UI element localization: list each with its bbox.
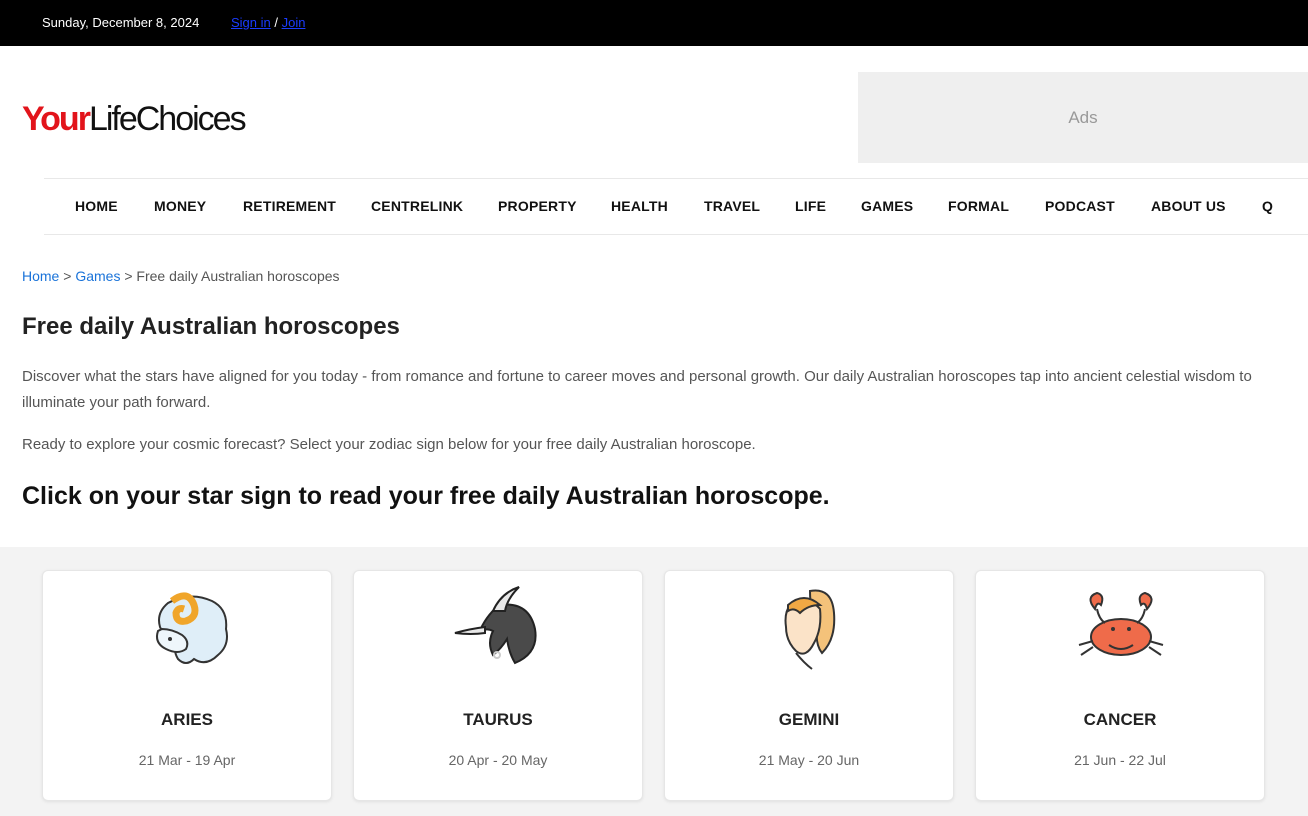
sign-name: CANCER <box>1083 710 1157 729</box>
ready-paragraph: Ready to explore your cosmic forecast? S… <box>22 436 756 453</box>
search-icon[interactable]: Q <box>1262 198 1273 214</box>
zodiac-card-aries[interactable]: ARIES 21 Mar - 19 Apr <box>42 570 332 801</box>
zodiac-card-taurus[interactable]: TAURUS 20 Apr - 20 May <box>353 570 643 801</box>
sign-dates: 21 May - 20 Jun <box>758 752 860 768</box>
breadcrumb-current: Free daily Australian horoscopes <box>136 268 340 284</box>
nav-item-centrelink[interactable]: CENTRELINK <box>371 198 463 214</box>
twins-icon <box>784 589 836 670</box>
nav-item-home[interactable]: HOME <box>75 198 118 214</box>
star-sign-heading: Click on your star sign to read your fre… <box>22 482 830 510</box>
nav-item-retirement[interactable]: RETIREMENT <box>243 198 336 214</box>
nav-item-property[interactable]: PROPERTY <box>498 198 577 214</box>
breadcrumb-games[interactable]: Games <box>75 268 120 284</box>
main-nav: HOME MONEY RETIREMENT CENTRELINK PROPERT… <box>44 178 1308 235</box>
crab-icon <box>1078 591 1164 656</box>
nav-item-money[interactable]: MONEY <box>154 198 206 214</box>
nav-item-travel[interactable]: TRAVEL <box>704 198 760 214</box>
bull-icon <box>454 586 537 665</box>
ram-icon <box>156 592 228 664</box>
breadcrumb: Home > Games > Free daily Australian hor… <box>22 268 340 284</box>
sign-name: TAURUS <box>463 710 533 729</box>
sign-in-link[interactable]: Sign in <box>231 15 271 30</box>
site-logo[interactable]: YourLifeChoices <box>22 99 247 139</box>
nav-item-about-us[interactable]: ABOUT US <box>1151 198 1226 214</box>
logo-your: Your <box>22 100 91 138</box>
breadcrumb-home[interactable]: Home <box>22 268 59 284</box>
nav-item-podcast[interactable]: PODCAST <box>1045 198 1115 214</box>
breadcrumb-separator: > <box>59 268 76 284</box>
top-bar: Sunday, December 8, 2024 Sign in / Join <box>0 0 1308 46</box>
breadcrumb-separator: > <box>120 268 137 284</box>
nav-item-formal[interactable]: FORMAL <box>948 198 1009 214</box>
sign-dates: 20 Apr - 20 May <box>448 752 548 768</box>
nav-item-life[interactable]: LIFE <box>795 198 826 214</box>
intro-paragraph: Discover what the stars have aligned for… <box>22 368 1252 411</box>
sign-dates: 21 Mar - 19 Apr <box>138 752 236 768</box>
auth-links: Sign in / Join <box>231 15 305 30</box>
sign-dates: 21 Jun - 22 Jul <box>1074 752 1166 768</box>
auth-separator: / <box>270 15 282 30</box>
current-date: Sunday, December 8, 2024 <box>42 15 200 30</box>
sign-name: ARIES <box>161 710 213 729</box>
zodiac-card-cancer[interactable]: CANCER 21 Jun - 22 Jul <box>975 570 1265 801</box>
nav-item-health[interactable]: HEALTH <box>611 198 668 214</box>
nav-item-games[interactable]: GAMES <box>861 198 913 214</box>
zodiac-card-gemini[interactable]: GEMINI 21 May - 20 Jun <box>664 570 954 801</box>
sign-name: GEMINI <box>778 710 840 729</box>
ad-banner: Ads <box>858 72 1308 163</box>
logo-rest: LifeChoices <box>88 100 247 138</box>
page-title: Free daily Australian horoscopes <box>22 313 400 340</box>
join-link[interactable]: Join <box>282 15 306 30</box>
